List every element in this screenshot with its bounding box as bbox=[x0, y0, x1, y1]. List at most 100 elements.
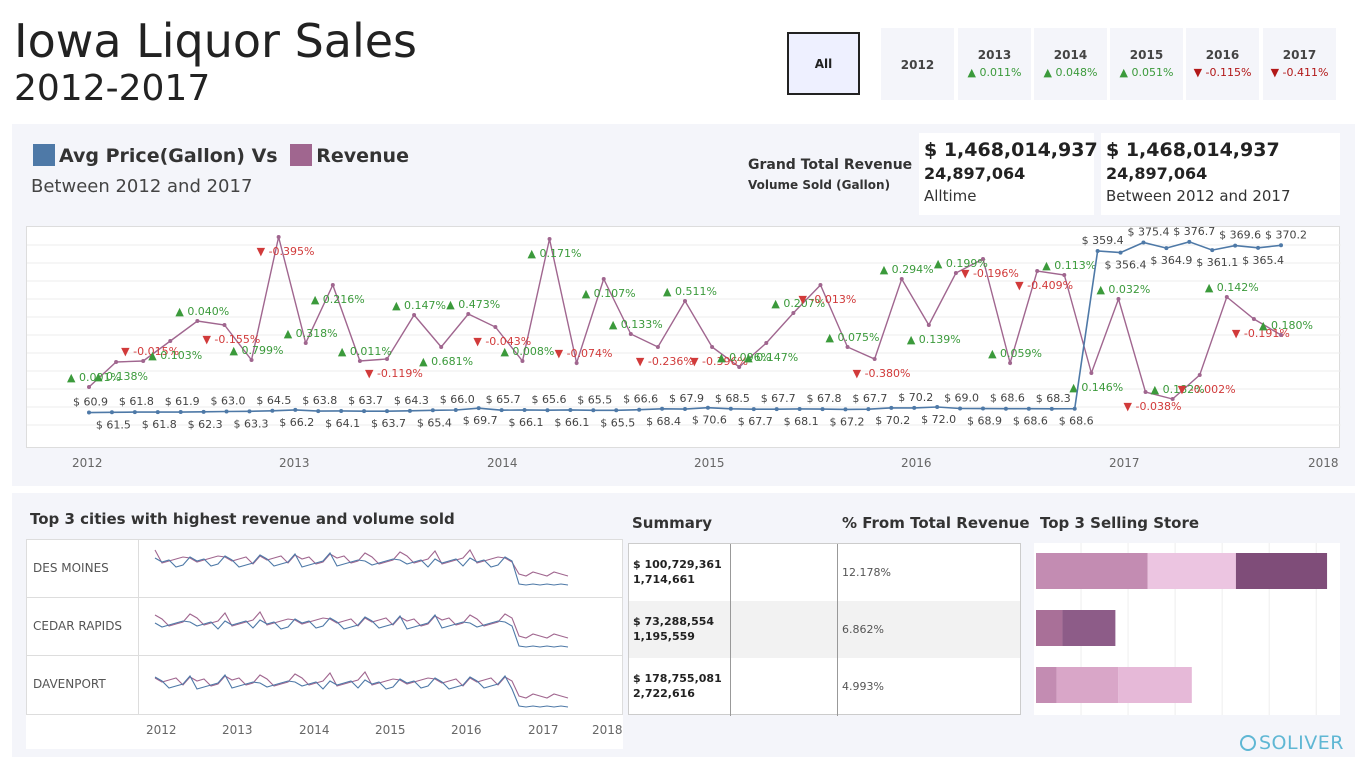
store-bar-segment[interactable] bbox=[1036, 610, 1063, 646]
price-point[interactable] bbox=[683, 407, 687, 412]
revenue-point[interactable] bbox=[520, 359, 525, 363]
price-point[interactable] bbox=[935, 405, 940, 409]
year-filter-2017-button[interactable]: 2017 ▼ -0.411% bbox=[1263, 28, 1336, 100]
revenue-point[interactable] bbox=[1251, 317, 1256, 321]
revenue-point[interactable] bbox=[168, 339, 173, 343]
revenue-point[interactable] bbox=[981, 257, 985, 261]
price-point[interactable] bbox=[751, 407, 756, 412]
price-point[interactable] bbox=[132, 410, 137, 415]
price-point[interactable] bbox=[774, 407, 779, 412]
revenue-point[interactable] bbox=[1197, 373, 1202, 377]
price-point[interactable] bbox=[568, 407, 573, 412]
revenue-point[interactable] bbox=[303, 341, 308, 345]
revenue-point[interactable] bbox=[385, 357, 389, 361]
price-point[interactable] bbox=[293, 407, 298, 412]
year-filter-2015-button[interactable]: 2015 ▲ 0.051% bbox=[1110, 28, 1183, 100]
price-point[interactable] bbox=[87, 410, 91, 415]
price-point[interactable] bbox=[1026, 406, 1031, 411]
revenue-point[interactable] bbox=[141, 359, 146, 363]
store-bar-segment[interactable] bbox=[1118, 667, 1192, 703]
store-bar-segment[interactable] bbox=[1147, 553, 1236, 589]
price-point[interactable] bbox=[499, 408, 504, 413]
revenue-point[interactable] bbox=[493, 325, 498, 329]
summary-row[interactable]: $ 100,729,361 1,714,661 12.178% bbox=[629, 544, 1020, 601]
store-bar-segment[interactable] bbox=[1056, 667, 1119, 703]
price-point[interactable] bbox=[1049, 406, 1054, 411]
price-point[interactable] bbox=[660, 406, 665, 411]
price-point[interactable] bbox=[109, 410, 114, 415]
price-point[interactable] bbox=[843, 407, 848, 412]
revenue-point[interactable] bbox=[1143, 390, 1148, 394]
revenue-point[interactable] bbox=[1062, 273, 1067, 277]
store-bar-segment[interactable] bbox=[1235, 553, 1328, 589]
revenue-point[interactable] bbox=[195, 319, 200, 323]
revenue-point[interactable] bbox=[899, 277, 904, 281]
revenue-point[interactable] bbox=[276, 235, 281, 239]
revenue-point[interactable] bbox=[1089, 371, 1094, 375]
revenue-point[interactable] bbox=[953, 271, 958, 275]
price-point[interactable] bbox=[407, 408, 412, 413]
revenue-point[interactable] bbox=[818, 283, 823, 287]
price-point[interactable] bbox=[981, 406, 985, 411]
revenue-point[interactable] bbox=[547, 237, 552, 241]
price-point[interactable] bbox=[1164, 246, 1169, 251]
price-point[interactable] bbox=[728, 406, 733, 411]
price-point[interactable] bbox=[545, 408, 550, 413]
price-point[interactable] bbox=[1118, 250, 1123, 255]
price-revenue-chart[interactable]: ▲ 0.001% ▲ 0.138% ▼ -0.015% ▲ 0.103% ▲ 0.040… bbox=[26, 225, 1341, 448]
price-point[interactable] bbox=[1072, 406, 1077, 411]
revenue-point[interactable] bbox=[926, 323, 931, 327]
price-point[interactable] bbox=[866, 407, 871, 412]
store-bar-segment[interactable] bbox=[1036, 553, 1148, 589]
price-point[interactable] bbox=[912, 405, 917, 410]
price-point[interactable] bbox=[889, 405, 894, 410]
revenue-point[interactable] bbox=[466, 312, 471, 316]
revenue-point[interactable] bbox=[1035, 269, 1040, 273]
price-point[interactable] bbox=[1279, 243, 1283, 248]
city-row[interactable]: DES MOINES bbox=[27, 540, 623, 598]
city-row[interactable]: DAVENPORT bbox=[27, 656, 623, 714]
price-point[interactable] bbox=[316, 409, 321, 414]
price-point[interactable] bbox=[201, 409, 206, 414]
revenue-point[interactable] bbox=[330, 283, 335, 287]
price-point[interactable] bbox=[820, 407, 825, 412]
revenue-point[interactable] bbox=[655, 345, 660, 349]
revenue-point[interactable] bbox=[439, 345, 444, 349]
price-point[interactable] bbox=[270, 408, 275, 413]
price-point[interactable] bbox=[1210, 248, 1215, 253]
revenue-point[interactable] bbox=[1008, 361, 1013, 365]
city-row[interactable]: CEDAR RAPIDS bbox=[27, 598, 623, 656]
price-point[interactable] bbox=[362, 409, 367, 414]
price-point[interactable] bbox=[1187, 239, 1192, 244]
price-point[interactable] bbox=[637, 407, 642, 412]
revenue-point[interactable] bbox=[357, 359, 362, 363]
price-point[interactable] bbox=[155, 410, 160, 415]
revenue-point[interactable] bbox=[683, 299, 687, 303]
revenue-point[interactable] bbox=[737, 365, 742, 369]
top-stores-chart[interactable] bbox=[1034, 543, 1340, 715]
year-filter-2013-button[interactable]: 2013 ▲ 0.011% bbox=[958, 28, 1031, 100]
price-point[interactable] bbox=[453, 408, 458, 412]
store-bar-segment[interactable] bbox=[1062, 610, 1116, 646]
revenue-point[interactable] bbox=[1170, 397, 1175, 401]
revenue-point[interactable] bbox=[412, 313, 417, 317]
revenue-point[interactable] bbox=[628, 332, 633, 336]
price-point[interactable] bbox=[178, 410, 183, 415]
revenue-point[interactable] bbox=[1116, 297, 1121, 301]
price-point[interactable] bbox=[1141, 240, 1146, 245]
year-filter-2012-button[interactable]: 2012 bbox=[881, 28, 954, 100]
revenue-point[interactable] bbox=[710, 345, 715, 349]
price-point[interactable] bbox=[339, 408, 344, 413]
price-point[interactable] bbox=[1095, 249, 1100, 254]
price-point[interactable] bbox=[476, 406, 481, 411]
year-filter-2014-button[interactable]: 2014 ▲ 0.048% bbox=[1034, 28, 1107, 100]
price-point[interactable] bbox=[1256, 245, 1261, 250]
revenue-point[interactable] bbox=[601, 277, 606, 281]
year-filter-all-button[interactable]: All bbox=[787, 32, 860, 95]
price-point[interactable] bbox=[522, 407, 527, 412]
revenue-point[interactable] bbox=[872, 357, 877, 361]
price-point[interactable] bbox=[385, 409, 389, 414]
revenue-point[interactable] bbox=[791, 311, 796, 315]
price-point[interactable] bbox=[705, 405, 710, 410]
price-point[interactable] bbox=[1233, 243, 1238, 248]
